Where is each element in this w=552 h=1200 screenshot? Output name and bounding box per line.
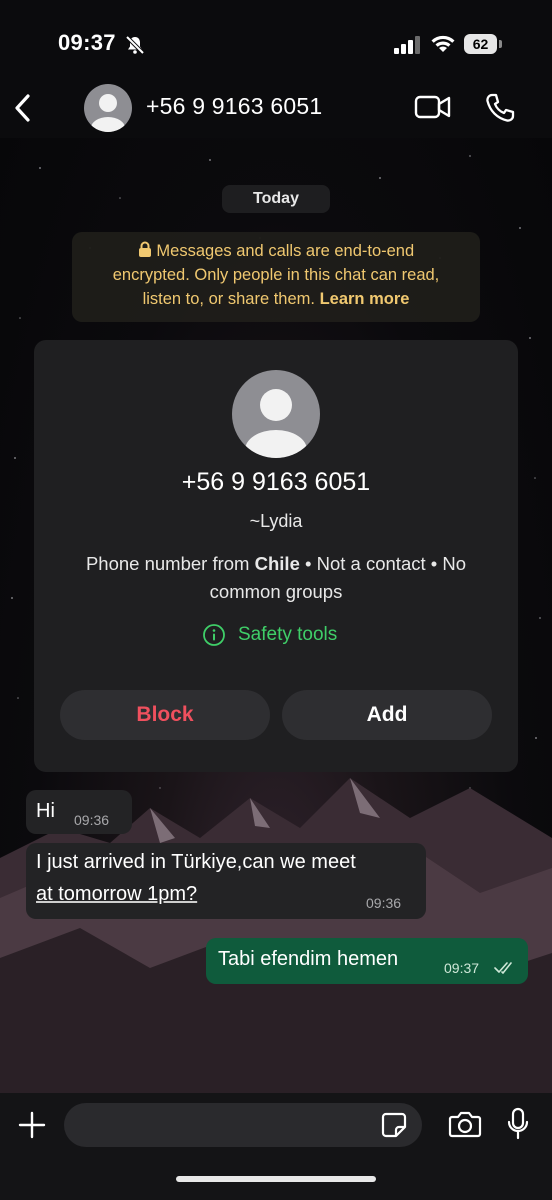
back-icon[interactable]: [10, 90, 40, 126]
card-phone-number: +56 9 9163 6051: [181, 468, 371, 496]
encryption-line-1: Messages and calls are end-to-end: [156, 242, 415, 260]
message-bubble-incoming[interactable]: Hi 09:36: [26, 790, 132, 834]
card-alias: ~Lydia: [249, 511, 303, 531]
mic-icon[interactable]: [506, 1107, 530, 1146]
message-bubble-outgoing[interactable]: Tabi efendim hemen 09:37: [206, 938, 528, 984]
message-bubble-incoming[interactable]: I just arrived in Türkiye,can we meet at…: [26, 843, 426, 919]
date-separator: Today: [222, 185, 330, 213]
learn-more-link[interactable]: Learn more: [320, 290, 410, 308]
block-button[interactable]: Block: [60, 690, 270, 740]
camera-icon[interactable]: [448, 1109, 482, 1144]
sticker-icon[interactable]: [380, 1111, 408, 1144]
info-icon: [203, 624, 225, 646]
wifi-icon: [430, 33, 456, 58]
contact-name[interactable]: +56 9 9163 6051: [146, 93, 322, 120]
message-text: Hi: [36, 800, 55, 822]
message-time: 09:36: [366, 895, 402, 911]
message-text: Tabi efendim hemen: [218, 948, 399, 970]
encryption-notice[interactable]: Messages and calls are end-to-end encryp…: [72, 232, 480, 322]
bell-muted-icon: [124, 34, 146, 61]
phone-call-icon[interactable]: [484, 92, 516, 129]
avatar[interactable]: [84, 84, 132, 132]
contact-avatar: [232, 370, 320, 458]
contact-info-card: +56 9 9163 6051 ~Lydia Phone number from…: [34, 340, 518, 772]
signal-icon: [394, 36, 422, 59]
chat-header: +56 9 9163 6051: [0, 80, 552, 138]
plus-icon[interactable]: [16, 1109, 48, 1146]
info-prefix: Phone number from: [85, 553, 255, 574]
message-time: 09:36: [74, 812, 110, 828]
lock-icon: [138, 241, 151, 257]
status-time: 09:37: [58, 30, 116, 55]
home-indicator: [176, 1176, 376, 1182]
encryption-line-2: encrypted. Only people in this chat can …: [112, 266, 440, 284]
battery-level: 62: [472, 36, 489, 52]
safety-tools-label: Safety tools: [238, 624, 338, 645]
info-country: Chile: [254, 553, 300, 574]
encryption-line-3: listen to, or share them.: [142, 290, 320, 308]
card-info-text: Phone number from Chile • Not a contact …: [54, 550, 498, 606]
video-call-icon[interactable]: [414, 92, 452, 127]
add-contact-button[interactable]: Add: [282, 690, 492, 740]
double-check-icon: [494, 958, 516, 981]
message-input[interactable]: [64, 1103, 422, 1147]
message-input-bar: [0, 1093, 552, 1200]
message-text-line-1: I just arrived in Türkiye,can we meet: [36, 851, 356, 873]
status-bar: 09:37 62: [0, 0, 552, 88]
battery-icon: 62: [464, 34, 504, 54]
message-time: 09:37: [444, 960, 480, 976]
message-text-line-2[interactable]: at tomorrow 1pm?: [36, 883, 197, 906]
